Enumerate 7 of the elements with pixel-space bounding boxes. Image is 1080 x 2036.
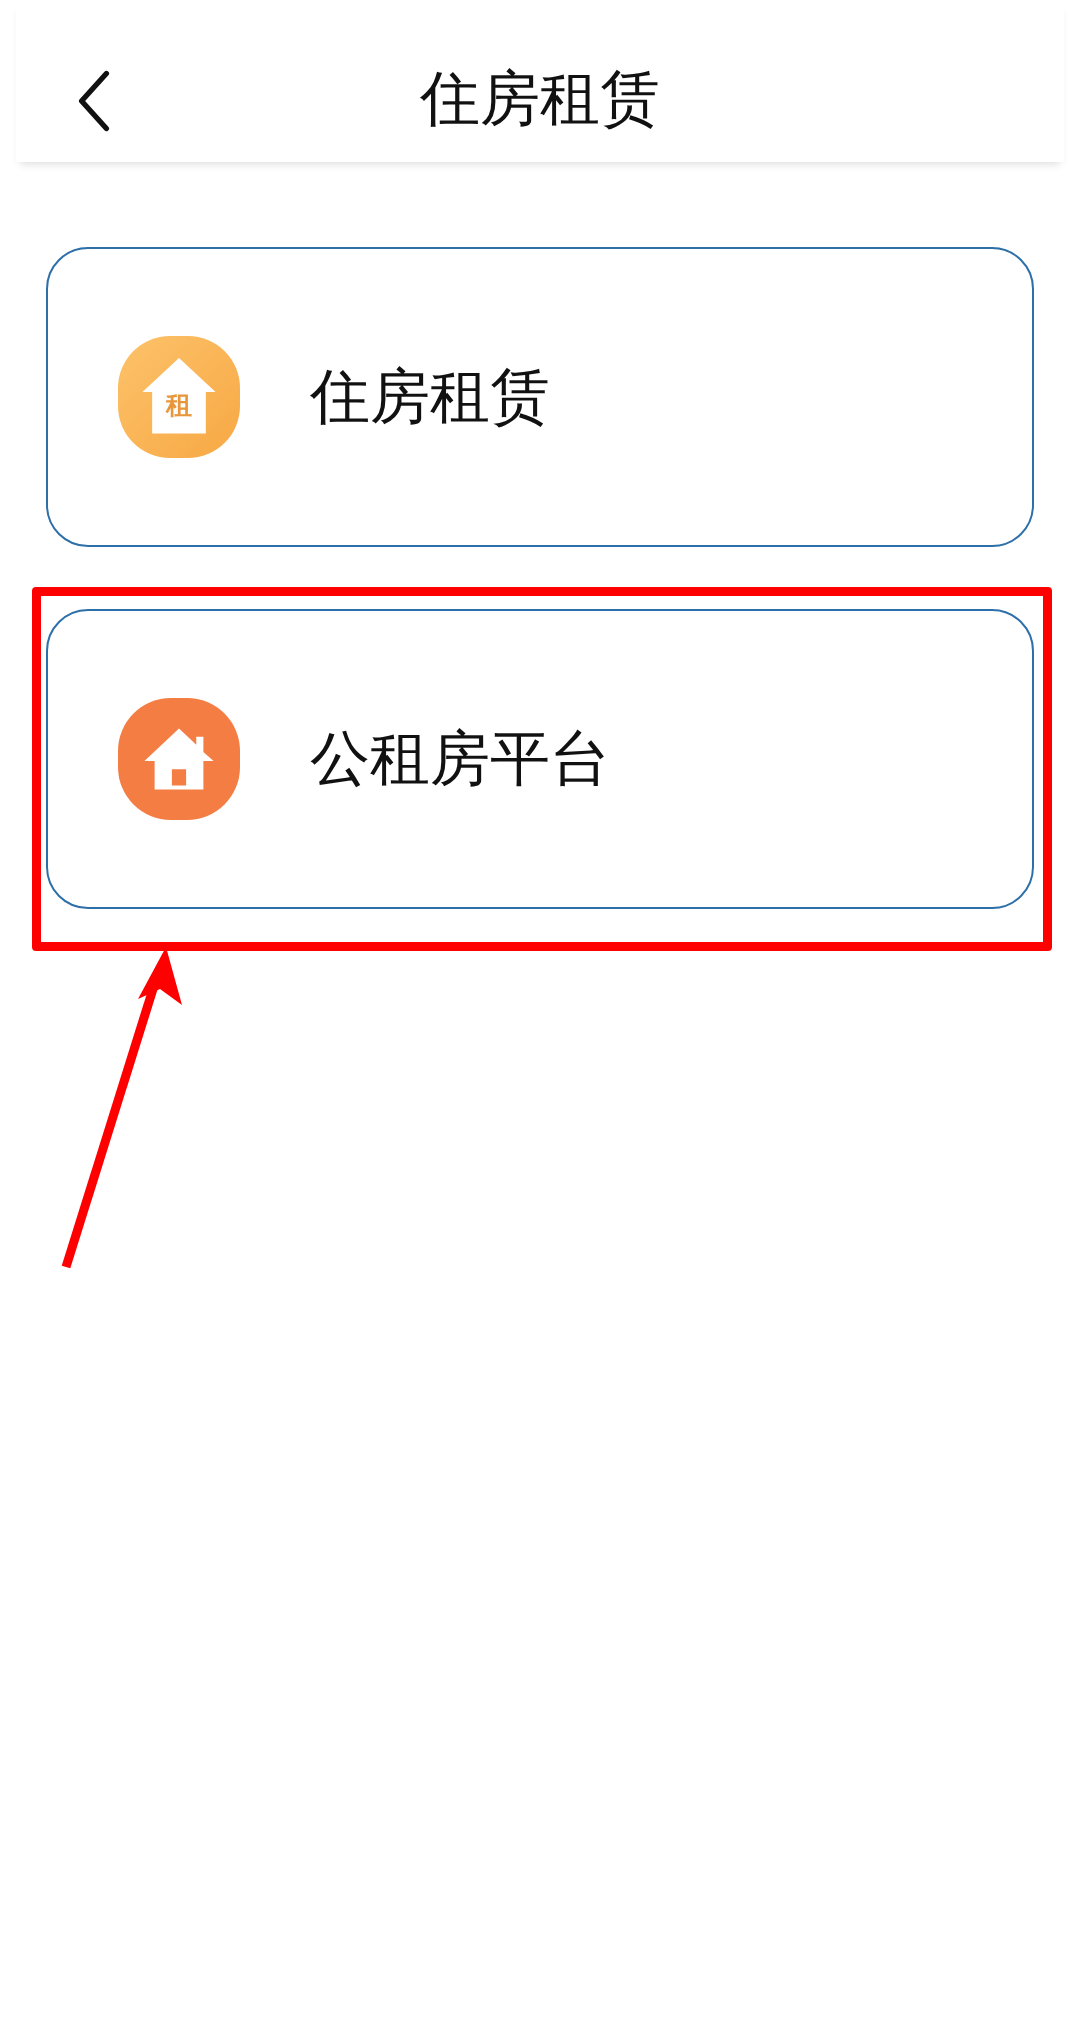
menu-label: 公租房平台	[310, 721, 610, 795]
menu-card[interactable]: 租 住房租赁	[46, 247, 1034, 547]
menu-label: 住房租赁	[310, 359, 550, 433]
menu-card[interactable]: 公租房平台	[46, 609, 1034, 909]
back-icon[interactable]	[76, 70, 112, 132]
page-title: 住房租赁	[420, 61, 660, 135]
house-icon: 租	[118, 336, 240, 458]
